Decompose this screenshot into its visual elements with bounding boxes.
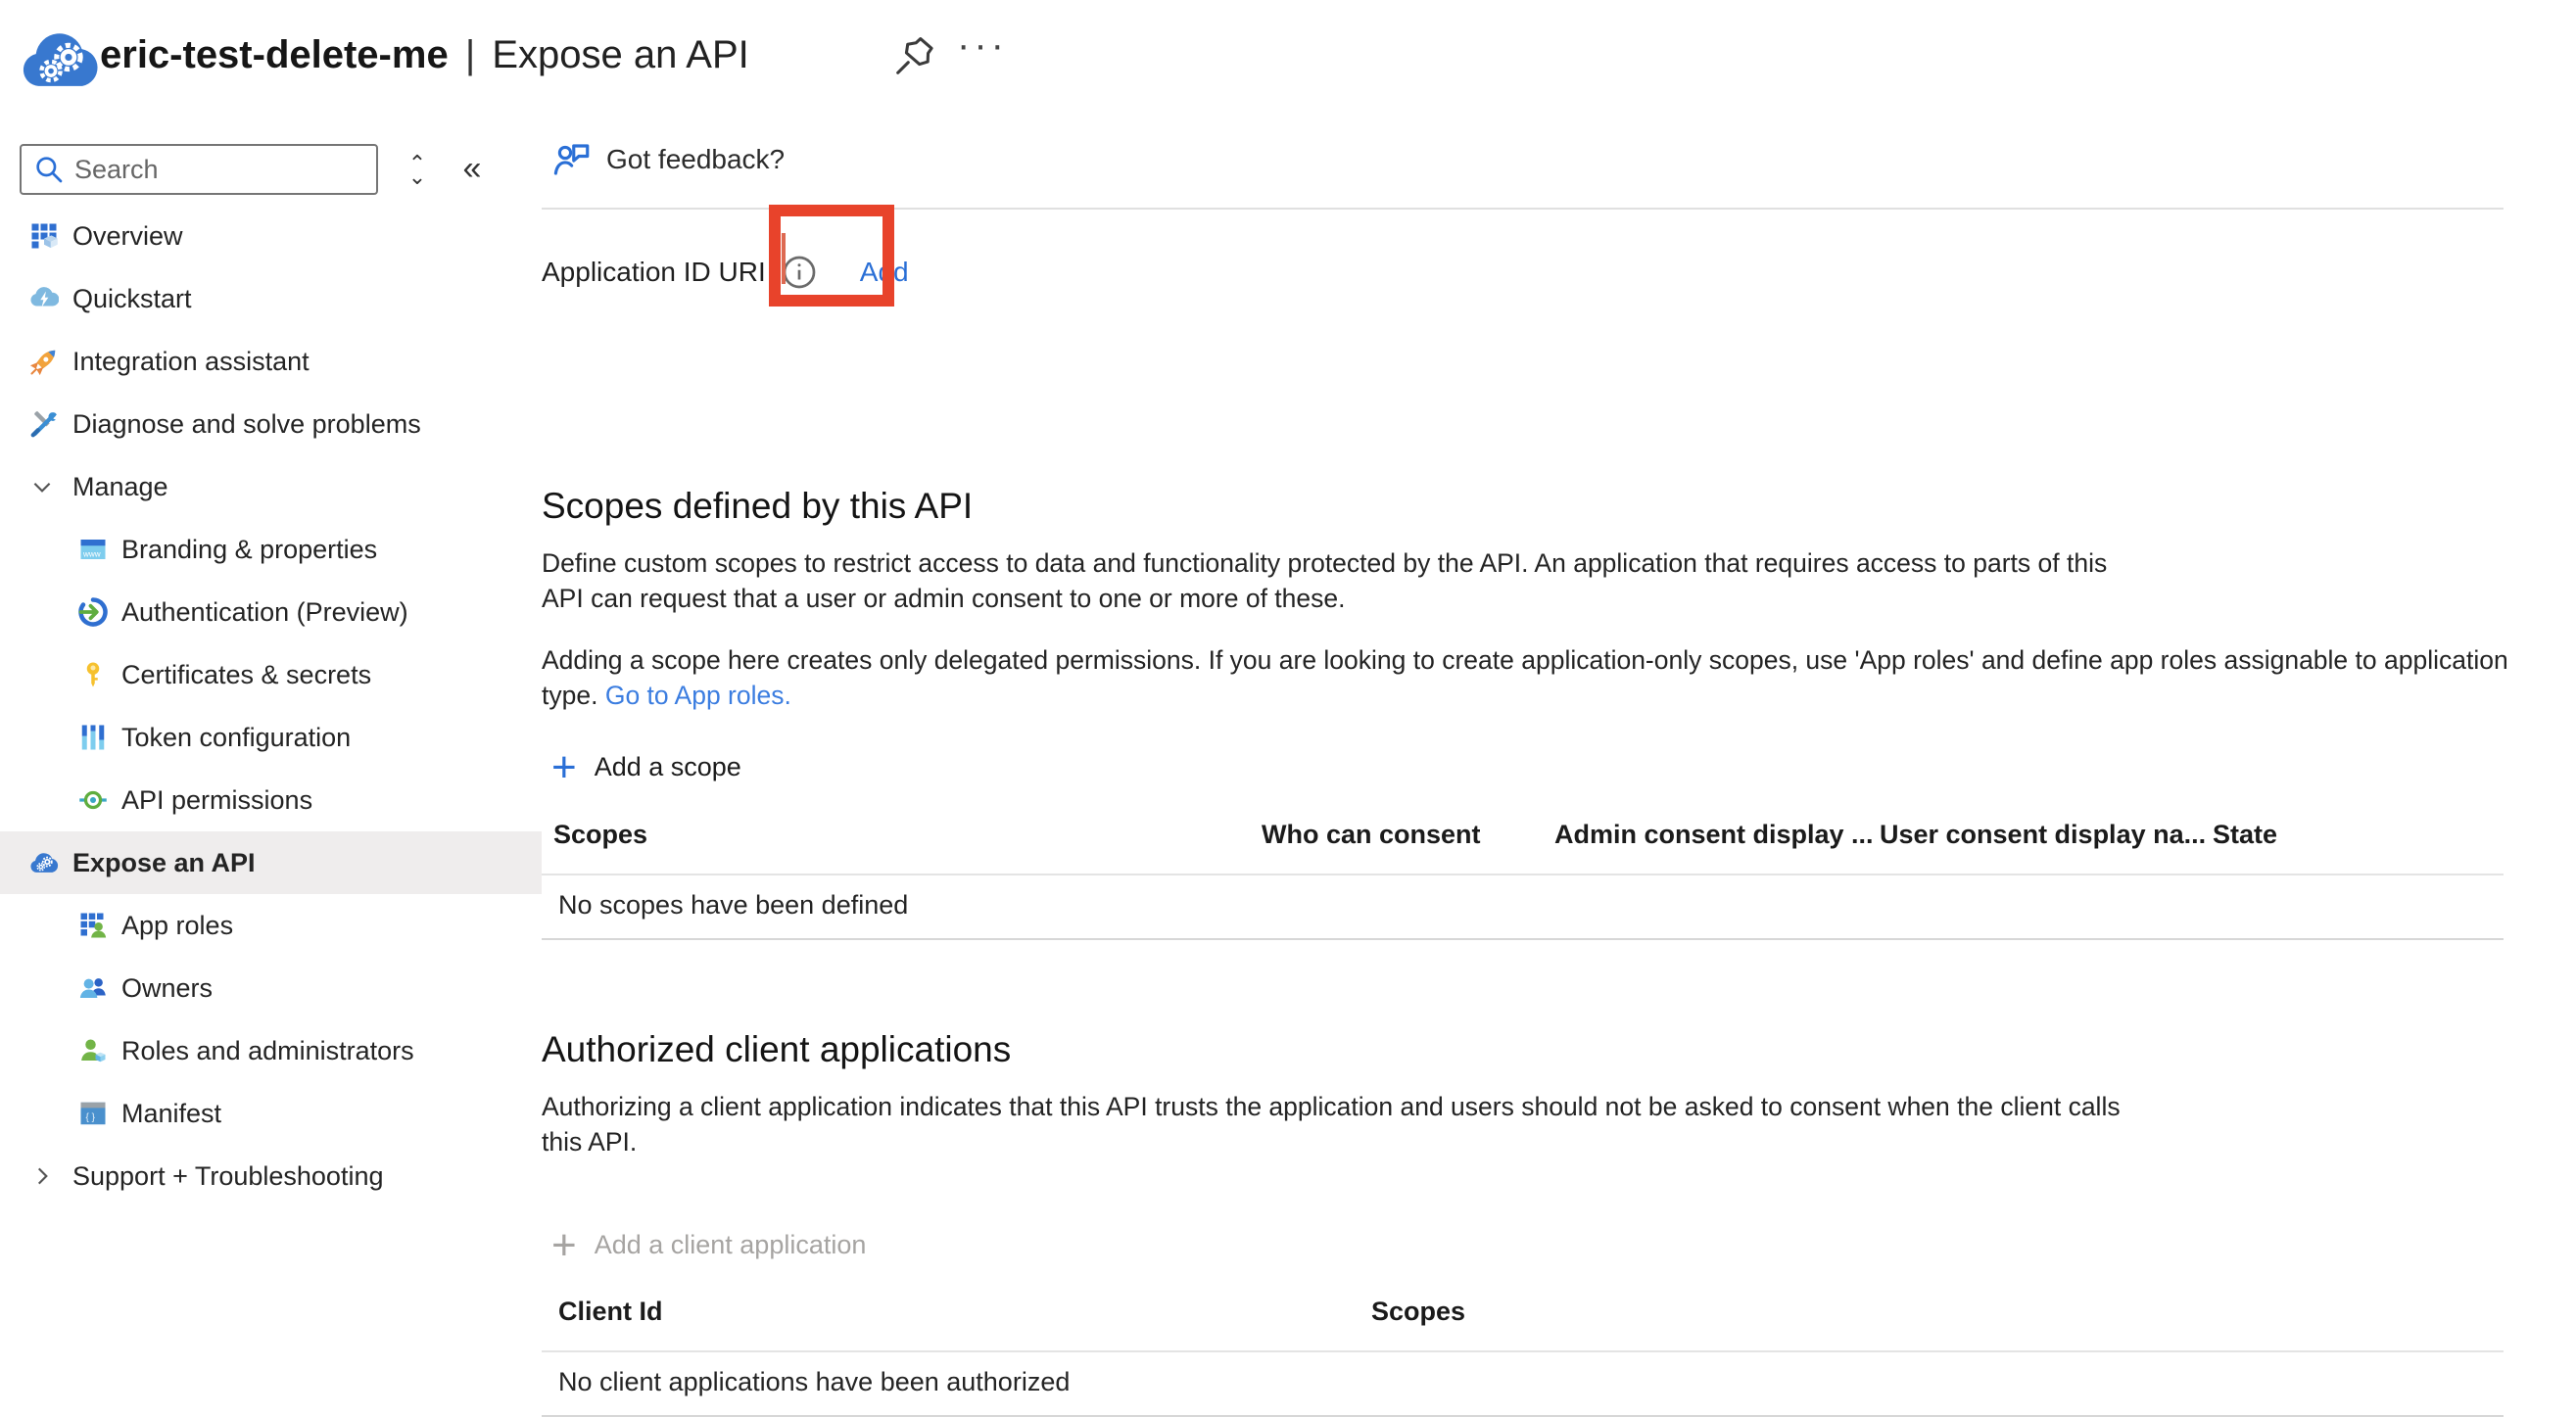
svg-text:www: www: [82, 550, 101, 559]
info-icon: [782, 255, 817, 290]
api-permissions-icon: [78, 785, 108, 815]
scopes-section-note: Adding a scope here creates only delegat…: [542, 642, 2508, 713]
sidebar-item-label: Certificates & secrets: [121, 660, 371, 690]
authentication-icon: [78, 597, 108, 627]
sidebar-item-authentication[interactable]: Authentication (Preview): [0, 581, 542, 643]
blade-title: Expose an API: [492, 33, 748, 76]
sidebar-item-label: Branding & properties: [121, 535, 377, 565]
scopes-table-bottom-divider: [542, 938, 2504, 940]
sidebar-item-label: Quickstart: [72, 284, 192, 314]
key-icon: [78, 660, 108, 689]
page-header: eric-test-delete-me | Expose an API ···: [0, 0, 2576, 118]
sidebar-item-branding[interactable]: www Branding & properties: [0, 518, 542, 581]
collapse-sidebar-icon[interactable]: «: [451, 147, 494, 190]
sidebar-item-label: Owners: [121, 973, 213, 1004]
sidebar-search[interactable]: [20, 144, 378, 195]
sliders-icon: [78, 723, 108, 752]
sidebar-item-label: Diagnose and solve problems: [72, 409, 421, 440]
quickstart-icon: [29, 284, 59, 313]
sidebar-item-label: Token configuration: [121, 723, 351, 753]
roles-admin-icon: [78, 1036, 108, 1065]
toolbar-divider: [542, 208, 2504, 210]
sidebar-item-manifest[interactable]: { } Manifest: [0, 1082, 542, 1145]
add-a-client-application-button[interactable]: + Add a client application: [551, 1230, 866, 1260]
go-to-app-roles-link[interactable]: Go to App roles.: [605, 681, 791, 710]
troubleshoot-tools-icon: [29, 409, 59, 439]
reorder-arrows-icon[interactable]: ⌃⌄: [396, 149, 439, 192]
col-client-scopes: Scopes: [1371, 1297, 1465, 1327]
sidebar-item-diagnose[interactable]: Diagnose and solve problems: [0, 393, 542, 455]
col-who-can-consent: Who can consent: [1262, 820, 1481, 850]
col-admin-consent-display: Admin consent display ...: [1554, 820, 1874, 850]
sidebar-item-app-roles[interactable]: App roles: [0, 894, 542, 957]
sidebar-item-integration-assistant[interactable]: Integration assistant: [0, 330, 542, 393]
sidebar-item-overview[interactable]: Overview: [0, 205, 542, 267]
col-state: State: [2213, 820, 2277, 850]
sidebar-item-label: API permissions: [121, 785, 312, 816]
sidebar-group-label: Support + Troubleshooting: [72, 1161, 383, 1192]
owners-people-icon: [78, 973, 108, 1003]
scopes-section-title: Scopes defined by this API: [542, 486, 973, 527]
app-roles-icon: [78, 911, 108, 940]
scopes-section-description: Define custom scopes to restrict access …: [542, 545, 2107, 616]
sidebar-item-label: Expose an API: [72, 848, 256, 878]
application-id-uri-label: Application ID URI: [542, 257, 766, 288]
search-input[interactable]: [72, 154, 376, 186]
col-user-consent-display: User consent display na...: [1880, 820, 2206, 850]
sidebar-item-quickstart[interactable]: Quickstart: [0, 267, 542, 330]
scopes-header-divider: [542, 874, 2504, 875]
overview-icon: [29, 221, 59, 251]
sidebar-item-label: Integration assistant: [72, 347, 310, 377]
page-title: eric-test-delete-me | Expose an API: [100, 27, 749, 82]
sidebar-item-certificates[interactable]: Certificates & secrets: [0, 643, 542, 706]
sidebar-item-owners[interactable]: Owners: [0, 957, 542, 1019]
got-feedback-button[interactable]: Got feedback?: [551, 139, 785, 180]
chevron-down-icon: [27, 474, 57, 499]
sidebar-item-roles-administrators[interactable]: Roles and administrators: [0, 1019, 542, 1082]
search-icon: [33, 154, 65, 185]
sidebar-item-api-permissions[interactable]: API permissions: [0, 769, 542, 831]
col-scopes: Scopes: [553, 820, 647, 850]
scopes-table-header: Scopes Who can consent Admin consent dis…: [542, 820, 2504, 867]
scopes-empty-message: No scopes have been defined: [558, 890, 908, 921]
add-application-id-uri-link[interactable]: Add: [860, 257, 909, 288]
expose-api-cloud-icon: [29, 848, 59, 877]
rocket-icon: [29, 347, 59, 376]
sidebar-group-support[interactable]: Support + Troubleshooting: [0, 1145, 542, 1207]
sidebar-group-label: Manage: [72, 472, 168, 502]
got-feedback-label: Got feedback?: [606, 144, 785, 175]
clients-section-description: Authorizing a client application indicat…: [542, 1089, 2121, 1159]
app-registration-cloud-icon: [20, 29, 100, 90]
title-separator: |: [465, 33, 475, 76]
more-options-button[interactable]: ···: [955, 18, 1010, 72]
sidebar-item-label: Authentication (Preview): [121, 597, 408, 628]
clients-section-title: Authorized client applications: [542, 1029, 1011, 1070]
branding-icon: www: [78, 535, 108, 564]
manifest-icon: { }: [78, 1099, 108, 1128]
sidebar-item-label: App roles: [121, 911, 233, 941]
sidebar-item-expose-an-api[interactable]: Expose an API: [0, 831, 542, 894]
sidebar-item-label: Overview: [72, 221, 183, 252]
app-name: eric-test-delete-me: [100, 33, 449, 76]
sidebar-item-token-configuration[interactable]: Token configuration: [0, 706, 542, 769]
plus-icon: +: [551, 753, 577, 782]
sidebar-item-label: Manifest: [121, 1099, 221, 1129]
plus-icon: +: [551, 1231, 577, 1260]
svg-text:{ }: { }: [86, 1112, 96, 1123]
clients-empty-message: No client applications have been authori…: [558, 1367, 1070, 1397]
sidebar-nav: Overview Quickstart Integration assist: [0, 205, 542, 1207]
col-client-id: Client Id: [558, 1297, 663, 1327]
clients-table-header: Client Id Scopes: [542, 1297, 2504, 1344]
sidebar-item-label: Roles and administrators: [121, 1036, 414, 1066]
clients-header-divider: [542, 1350, 2504, 1352]
feedback-icon: [551, 139, 593, 180]
add-a-scope-button[interactable]: + Add a scope: [551, 752, 741, 782]
pin-icon[interactable]: [886, 29, 941, 84]
application-id-uri-row: Application ID URI Add: [542, 243, 909, 302]
sidebar-group-manage[interactable]: Manage: [0, 455, 542, 518]
chevron-right-icon: [27, 1163, 57, 1189]
